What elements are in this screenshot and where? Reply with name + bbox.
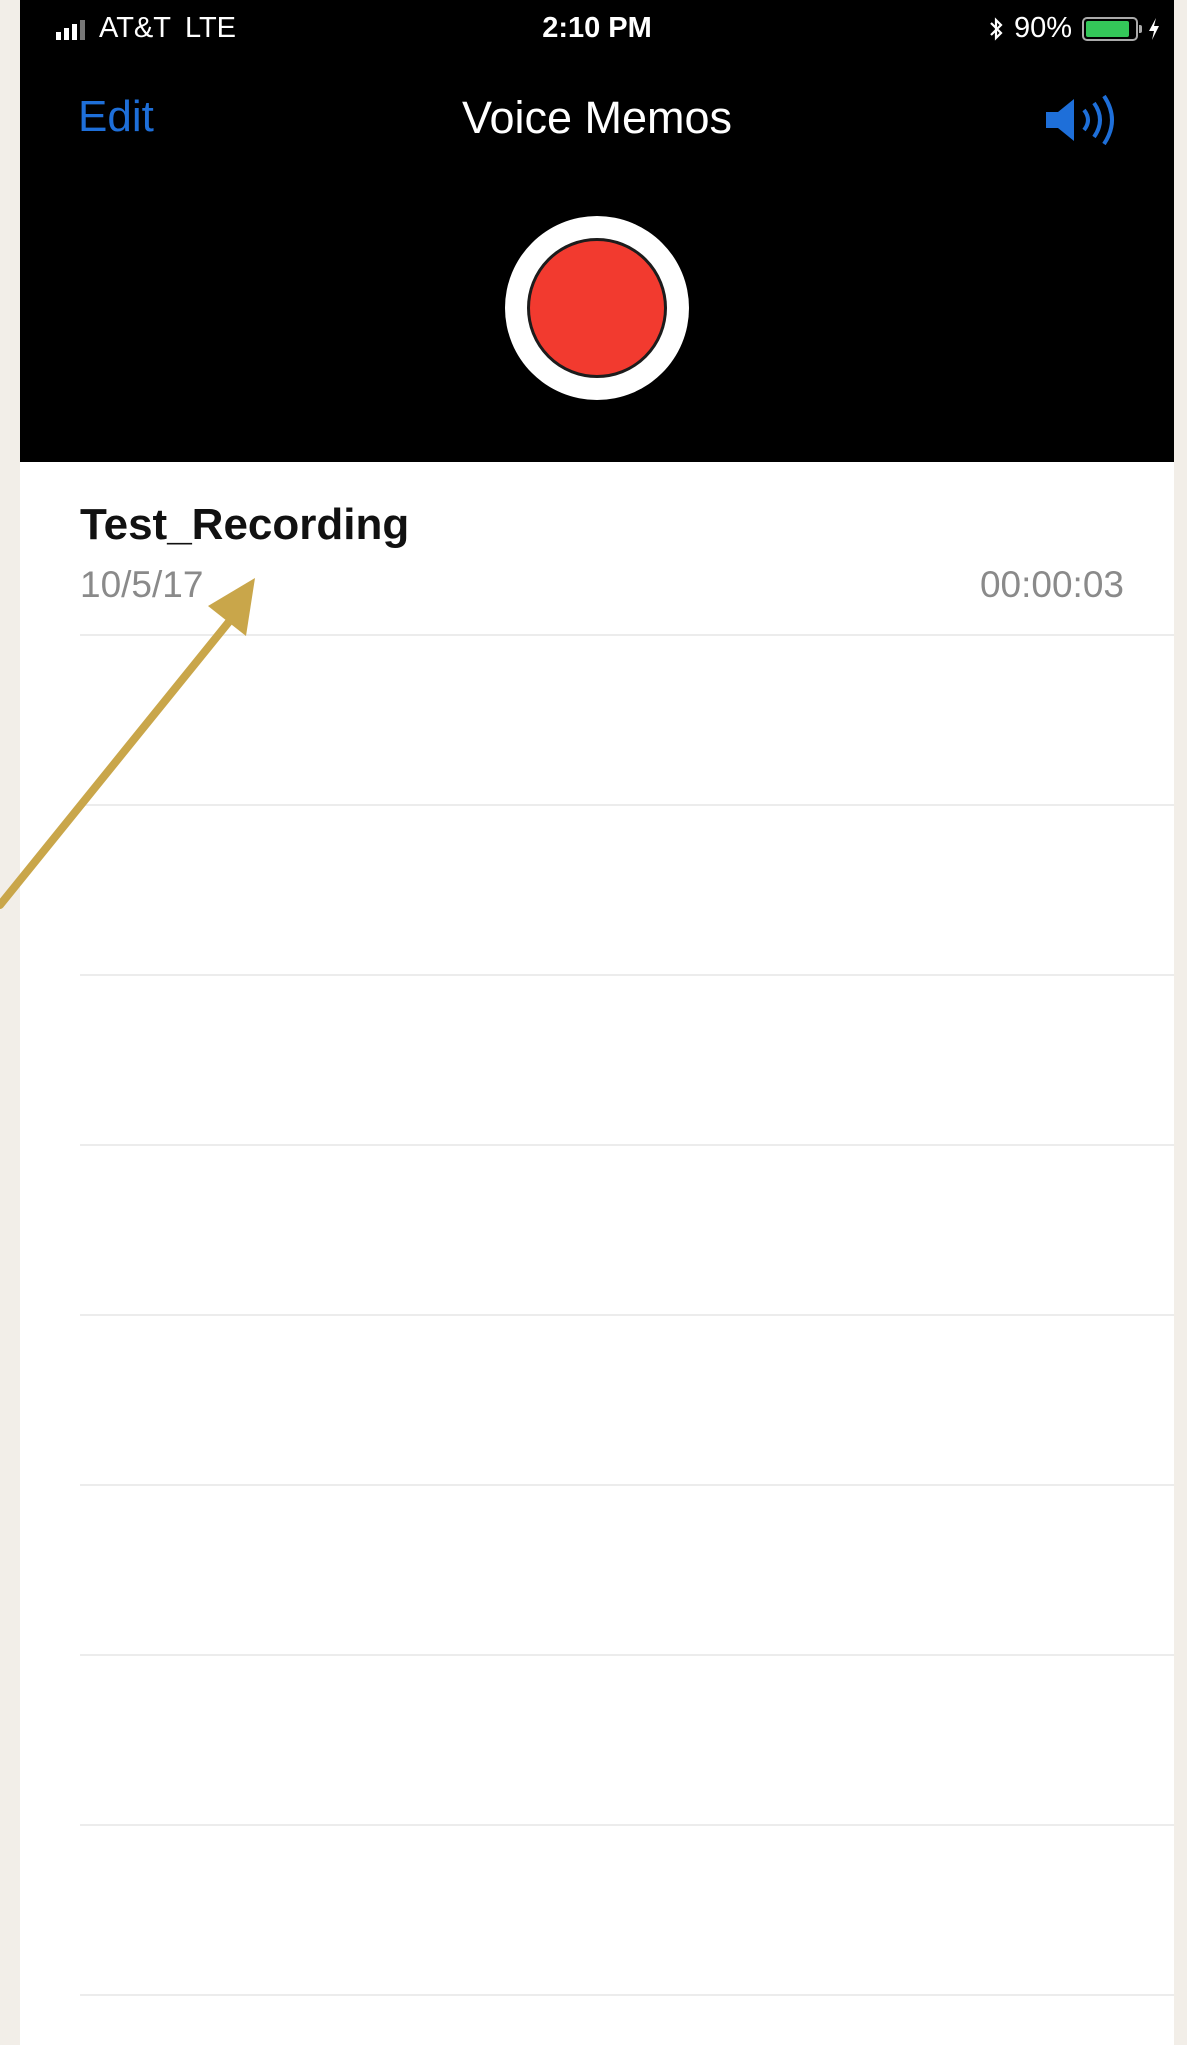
header: AT&T LTE 2:10 PM 90% Edit Voice Memos	[20, 0, 1174, 462]
memo-date: 10/5/17	[80, 564, 204, 605]
battery-percent: 90%	[1013, 12, 1072, 44]
row-divider	[80, 1314, 1174, 1316]
record-icon	[527, 238, 667, 378]
battery-icon	[1082, 16, 1142, 41]
charging-icon	[1149, 17, 1159, 40]
row-divider	[80, 1994, 1174, 1996]
row-divider	[80, 804, 1174, 806]
row-divider	[80, 1654, 1174, 1656]
row-divider	[80, 1484, 1174, 1486]
row-divider	[80, 1144, 1174, 1146]
memo-duration: 00:00:03	[979, 564, 1124, 605]
status-right: 90%	[988, 12, 1160, 45]
status-bar: AT&T LTE 2:10 PM 90%	[20, 0, 1174, 60]
row-divider	[80, 634, 1174, 636]
memo-row[interactable]: Test_Recording 10/5/17 00:00:03	[20, 462, 1174, 634]
row-divider	[80, 1824, 1174, 1826]
row-divider	[80, 974, 1174, 976]
memo-title: Test_Recording	[80, 500, 410, 549]
bluetooth-icon	[990, 16, 1003, 41]
speaker-icon[interactable]	[1040, 92, 1120, 148]
battery-level	[1086, 20, 1129, 37]
record-button[interactable]	[505, 216, 689, 400]
phone-screen: AT&T LTE 2:10 PM 90% Edit Voice Memos Te…	[20, 0, 1174, 2045]
page-title: Voice Memos	[461, 92, 733, 143]
